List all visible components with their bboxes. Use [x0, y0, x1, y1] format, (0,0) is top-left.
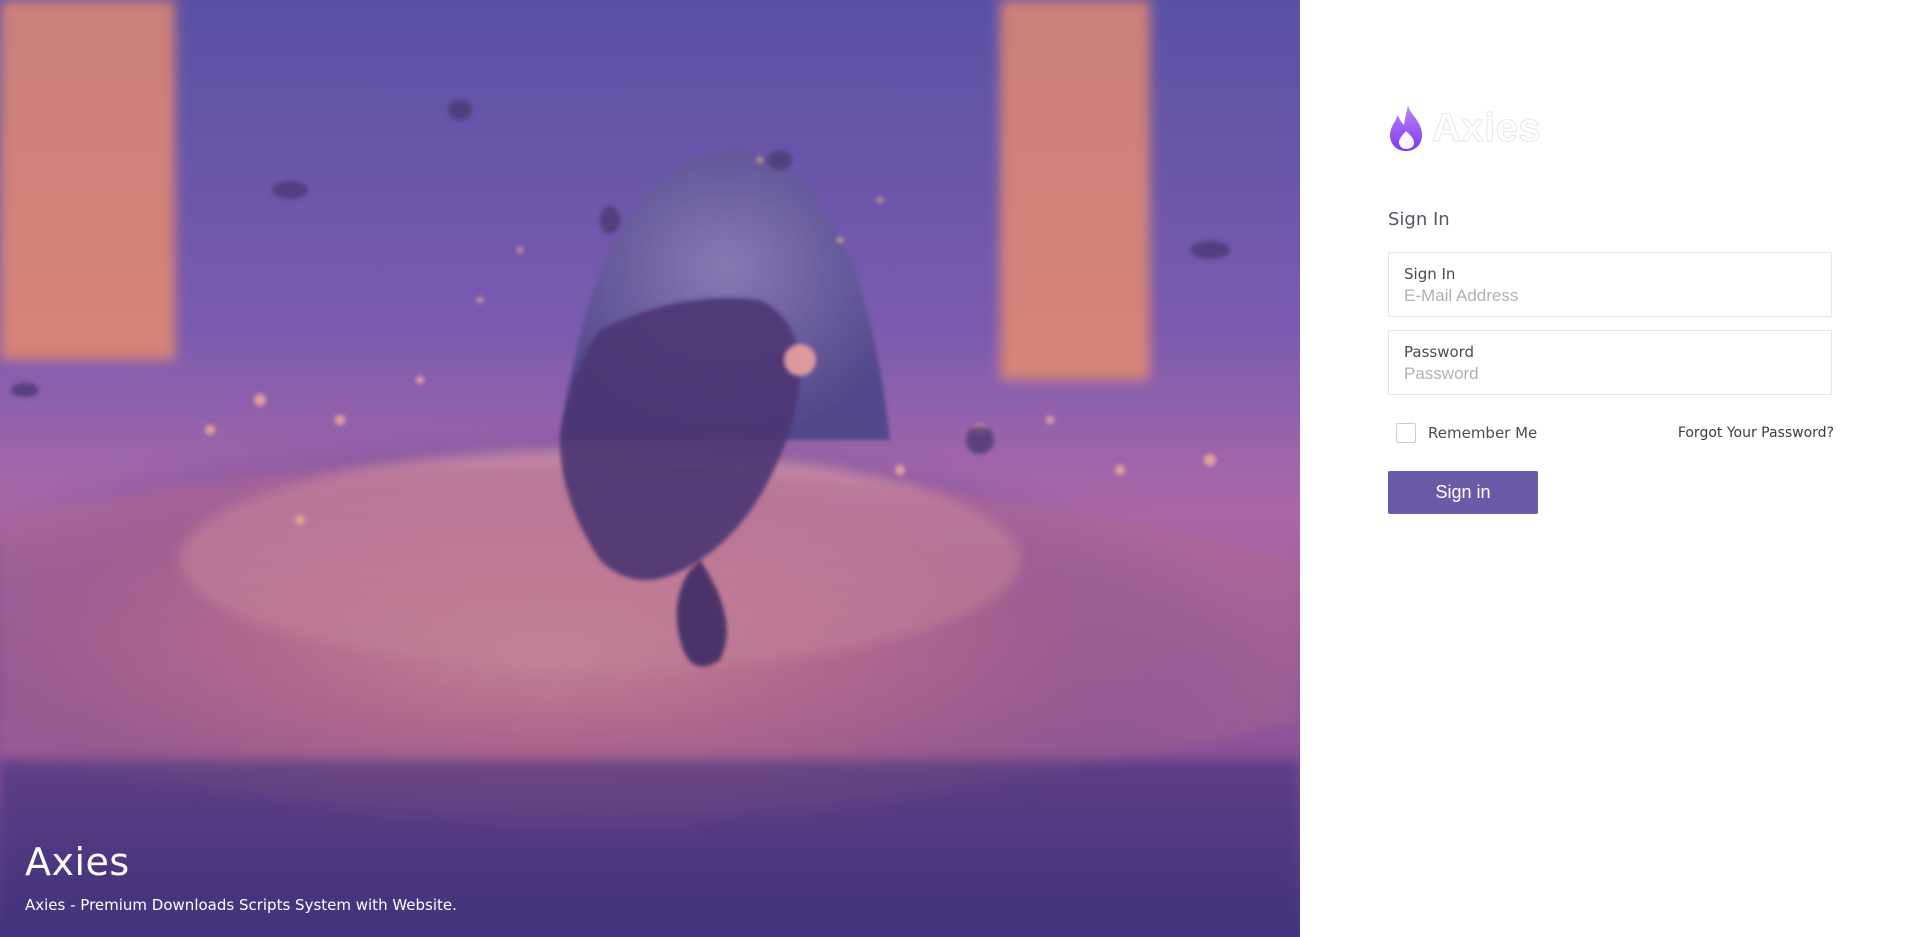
- remember-me-checkbox[interactable]: [1396, 423, 1416, 443]
- signin-panel: Axies Sign In Sign In Password Remember …: [1300, 0, 1920, 937]
- hero-panel: Axies Axies - Premium Downloads Scripts …: [0, 0, 1300, 937]
- remember-me[interactable]: Remember Me: [1388, 423, 1537, 443]
- form-heading: Sign In: [1388, 209, 1450, 230]
- login-page: Axies Axies - Premium Downloads Scripts …: [0, 0, 1920, 937]
- flame-icon: [1390, 105, 1422, 151]
- email-label: Sign In: [1404, 265, 1456, 283]
- password-input[interactable]: [1404, 364, 1816, 384]
- email-field[interactable]: Sign In: [1388, 252, 1832, 317]
- hero-subtitle: Axies - Premium Downloads Scripts System…: [25, 896, 457, 914]
- remember-me-label: Remember Me: [1428, 424, 1538, 442]
- hero-caption: Axies Axies - Premium Downloads Scripts …: [25, 839, 457, 915]
- brand-logo[interactable]: Axies: [1388, 100, 1834, 156]
- hero-title: Axies: [25, 840, 130, 884]
- email-input[interactable]: [1404, 286, 1816, 306]
- signin-button[interactable]: Sign in: [1388, 471, 1538, 514]
- brand-name: Axies: [1431, 106, 1542, 151]
- form-options-row: Remember Me Forgot Your Password?: [1388, 422, 1834, 444]
- password-field[interactable]: Password: [1388, 330, 1832, 395]
- signin-form-container: Axies Sign In Sign In Password Remember …: [1388, 100, 1834, 514]
- password-label: Password: [1404, 343, 1475, 361]
- forgot-password-link[interactable]: Forgot Your Password?: [1678, 425, 1834, 441]
- hero-overlay: [0, 0, 1300, 937]
